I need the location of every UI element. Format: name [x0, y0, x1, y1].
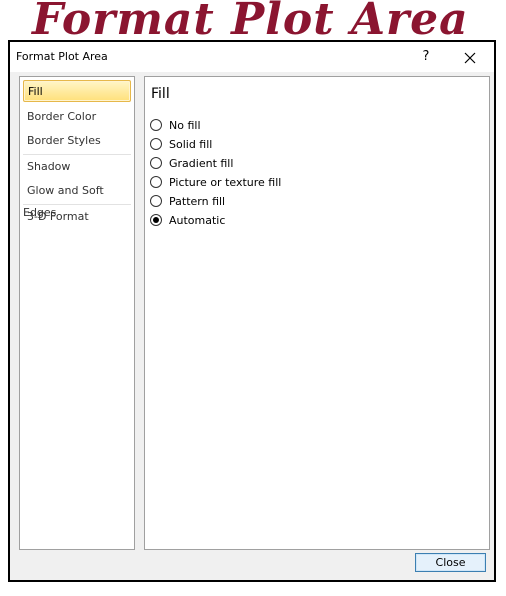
no-fill-radio[interactable]	[150, 119, 162, 131]
sidebar-item-border-color[interactable]: Border Color	[23, 106, 131, 128]
category-list: Fill Border Color Border Styles Shadow G…	[19, 76, 135, 550]
help-button[interactable]: ?	[412, 46, 440, 68]
picture-texture-fill-label: Picture or texture fill	[169, 175, 282, 189]
solid-fill-option[interactable]: Solid fill	[150, 136, 212, 152]
sidebar-item-3d-format[interactable]: 3-D Format	[23, 206, 131, 228]
close-button[interactable]: Close	[415, 553, 486, 572]
page-banner-title: Format Plot Area	[32, 0, 469, 45]
no-fill-option[interactable]: No fill	[150, 117, 201, 133]
gradient-fill-radio[interactable]	[150, 157, 162, 169]
panel-heading: Fill	[151, 86, 170, 102]
no-fill-label: No fill	[169, 118, 201, 132]
automatic-radio[interactable]	[150, 214, 162, 226]
pattern-fill-label: Pattern fill	[169, 194, 226, 208]
automatic-option[interactable]: Automatic	[150, 212, 225, 228]
sidebar-item-fill[interactable]: Fill	[23, 80, 131, 102]
automatic-label: Automatic	[169, 213, 226, 227]
pattern-fill-option[interactable]: Pattern fill	[150, 193, 225, 209]
gradient-fill-option[interactable]: Gradient fill	[150, 155, 233, 171]
fill-settings-panel: Fill No fill Solid fill Gradient fill Pi…	[144, 76, 490, 550]
picture-texture-fill-radio[interactable]	[150, 176, 162, 188]
sidebar-divider	[23, 154, 131, 155]
picture-texture-fill-option[interactable]: Picture or texture fill	[150, 174, 281, 190]
close-icon[interactable]	[454, 46, 486, 68]
dialog-title: Format Plot Area	[16, 50, 108, 63]
solid-fill-label: Solid fill	[169, 137, 213, 151]
sidebar-item-border-styles[interactable]: Border Styles	[23, 130, 131, 152]
format-plot-area-dialog: Format Plot Area ? Fill Border Color Bor…	[8, 40, 496, 582]
solid-fill-radio[interactable]	[150, 138, 162, 150]
sidebar-item-glow-soft-edges[interactable]: Glow and Soft Edges	[23, 180, 131, 219]
sidebar-item-shadow[interactable]: Shadow	[23, 156, 131, 178]
gradient-fill-label: Gradient fill	[169, 156, 234, 170]
sidebar-divider	[23, 204, 131, 205]
pattern-fill-radio[interactable]	[150, 195, 162, 207]
dialog-titlebar: Format Plot Area ?	[10, 42, 494, 72]
